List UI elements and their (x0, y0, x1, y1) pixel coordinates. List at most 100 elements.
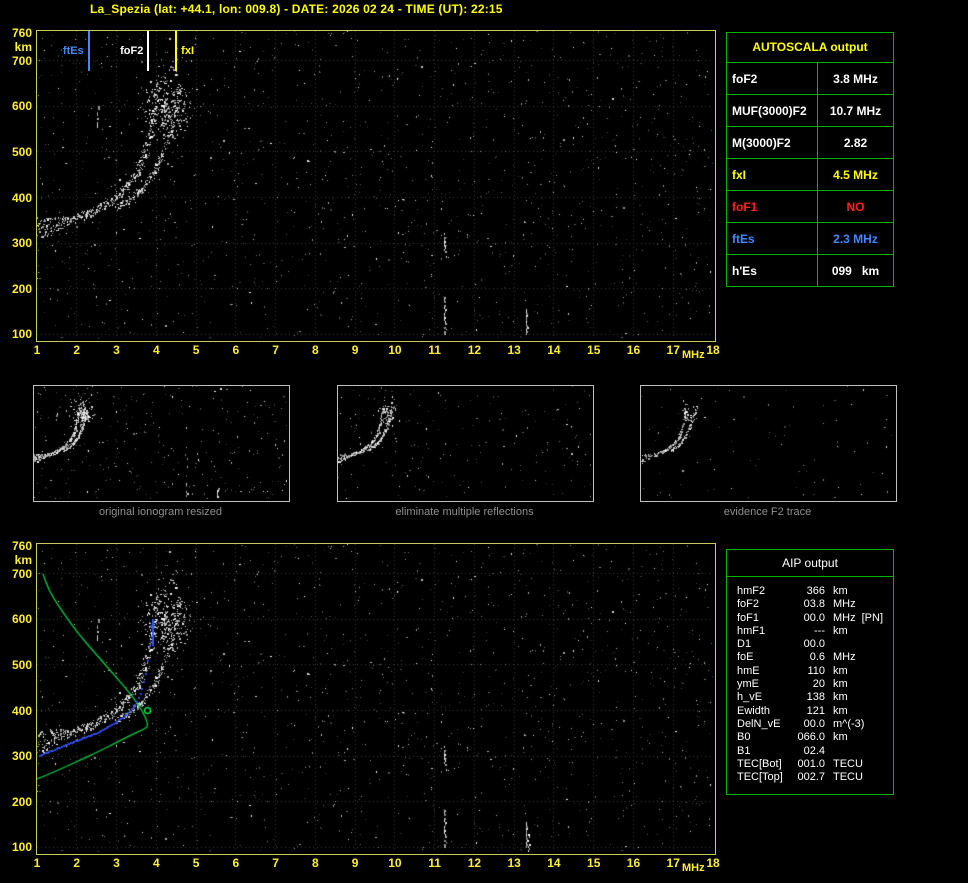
x-axis-tick: 10 (388, 343, 402, 357)
x-axis-tick: 11 (428, 856, 441, 870)
y-axis-unit: km (14, 40, 32, 55)
processing-step-thumbnail-3 (640, 385, 897, 502)
autoscala-output-panel: AUTOSCALA output foF2 3.8 MHz MUF(3000)F2 1… (726, 32, 894, 287)
processing-step-thumbnail-1 (33, 385, 290, 502)
aip-parameter-unit: km (833, 691, 848, 704)
ftEs-marker-line (87, 31, 90, 71)
aip-parameter-label: hmF2 (737, 585, 766, 597)
aip-parameter-value: 121 (806, 704, 825, 717)
y-axis-tick: 300 (11, 236, 32, 251)
aip-parameter-value: 110 (807, 664, 825, 677)
x-axis-tick: 3 (113, 856, 120, 870)
autoscala-row-foF2: foF2 3.8 MHz (727, 63, 893, 95)
y-axis-tick: 400 (11, 703, 32, 718)
x-axis-tick: 8 (312, 856, 319, 870)
autoscala-parameter-value: NO (846, 199, 865, 214)
aip-parameter-value: 00.0 (803, 717, 825, 730)
aip-row-TEC[Bot]: TEC[Bot] 001.0 TECU (737, 758, 889, 771)
aip-parameter-label: foF2 (737, 598, 760, 611)
aip-parameter-unit: MHz (833, 598, 856, 611)
thumbnail-canvas-1 (34, 386, 287, 499)
x-axis-tick: 4 (152, 343, 160, 357)
thumbnail-caption: evidence F2 trace (723, 506, 812, 518)
aip-panel-header: AIP output (727, 550, 893, 577)
x-axis-unit: MHz (682, 349, 705, 361)
aip-row-Ewidth: Ewidth 121 km (737, 705, 889, 718)
aip-parameter-unit: MHz (833, 651, 856, 664)
aip-parameter-label: hmE (737, 664, 760, 677)
y-axis-tick: 500 (11, 144, 32, 159)
aip-parameter-value: 138 (806, 691, 825, 704)
autoscala-panel-header: AUTOSCALA output (727, 33, 893, 63)
foF2-marker-line (147, 31, 150, 71)
x-axis-tick: 16 (626, 856, 641, 870)
aip-parameter-value: 03.8 (803, 598, 825, 611)
aip-parameter-label: hmF1 (737, 624, 766, 637)
aip-parameter-value: 366 (806, 585, 825, 597)
y-axis-tick: 500 (11, 657, 32, 672)
aip-row-foF1: foF1 00.0 MHz [PN] (737, 612, 889, 625)
x-axis-tick: 5 (192, 856, 200, 870)
processing-step-thumbnail-2 (337, 385, 594, 502)
aip-parameter-value: 066.0 (797, 731, 825, 744)
aip-rows: hmF2 366 km foF2 03.8 MHz foF1 00.0 MHz [PN] hmF1 -… (727, 577, 893, 784)
aip-parameter-label: DelN_vE (737, 717, 781, 730)
y-axis-unit: km (14, 553, 32, 568)
aip-parameter-label: foF1 (737, 611, 760, 624)
autoscala-parameter-value: 3.8 MHz (833, 71, 878, 86)
autoscala-row-MUF(3000)F2: MUF(3000)F2 10.7 MHz (727, 95, 893, 127)
x-axis-tick: 6 (232, 856, 240, 870)
aip-row-B1: B1 02.4 (737, 745, 889, 758)
x-axis-tick: 9 (351, 343, 359, 357)
aip-row-ymE: ymE 20 km (737, 678, 889, 691)
x-axis-tick: 1 (33, 856, 41, 870)
scaled-ionogram-plot (36, 30, 716, 342)
x-axis-tick: 12 (467, 343, 482, 357)
autoscala-row-h'Es: h'Es 099 km (727, 255, 893, 286)
aip-parameter-unit: km (833, 678, 848, 691)
autoscala-parameter-label: M(3000)F2 (727, 127, 818, 158)
x-axis-tick: 9 (351, 856, 359, 870)
y-axis-tick: 300 (11, 749, 32, 764)
aip-parameter-unit: TECU (833, 771, 863, 784)
thumbnail-caption: eliminate multiple reflections (395, 506, 534, 518)
autoscala-parameter-value: 2.82 (843, 135, 868, 150)
autoscala-parameter-label: fxI (727, 159, 818, 190)
x-axis-tick: 3 (113, 343, 120, 357)
aip-parameter-unit: km (833, 731, 848, 744)
aip-row-foE: foE 0.6 MHz (737, 651, 889, 664)
aip-parameter-unit: m^(-3) (833, 717, 865, 730)
aip-parameter-unit: km (833, 585, 848, 597)
x-axis-tick: 7 (272, 856, 279, 870)
aip-parameter-unit: MHz (833, 611, 856, 624)
thumbnail-canvas-2 (338, 386, 591, 499)
aip-row-D1: D1 00.0 (737, 638, 889, 651)
y-axis-tick: 700 (11, 53, 32, 68)
aip-row-hmF1: hmF1 --- km (737, 625, 889, 638)
aip-parameter-label: ymE (737, 678, 759, 691)
autoscala-rows: foF2 3.8 MHz MUF(3000)F2 10.7 MHz M(3000)F2 2… (727, 63, 893, 286)
autoscala-row-M(3000)F2: M(3000)F2 2.82 (727, 127, 893, 159)
aip-parameter-value: 002.7 (797, 771, 825, 784)
autoscala-row-fxI: fxI 4.5 MHz (727, 159, 893, 191)
aip-output-panel: AIP output hmF2 366 km foF2 03.8 MHz foF1 00.0 M… (726, 549, 894, 795)
y-axis-tick: 700 (11, 566, 32, 581)
aip-parameter-label: TEC[Top] (737, 771, 783, 784)
aip-parameter-unit: TECU (833, 757, 863, 770)
x-axis-tick: 14 (547, 856, 561, 870)
aip-parameter-label: B0 (737, 731, 751, 744)
autoscala-row-foF1: foF1 NO (727, 191, 893, 223)
fxI-marker-label: fxI (181, 45, 195, 57)
x-axis-tick: 6 (232, 343, 240, 357)
autoscala-parameter-value: 4.5 MHz (833, 167, 878, 182)
aip-row-B0: B0 066.0 km (737, 731, 889, 744)
aip-row-h_vE: h_vE 138 km (737, 691, 889, 704)
x-axis-tick: 12 (467, 856, 482, 870)
y-axis-tick: 600 (11, 612, 32, 627)
station-date-title: La_Spezia (lat: +44.1, lon: 009.8) - DAT… (90, 2, 503, 16)
aip-parameter-value: --- (814, 624, 825, 637)
y-axis-tick: 200 (11, 794, 32, 809)
x-axis-tick: 14 (547, 343, 561, 357)
inverted-profile-plot (36, 543, 716, 855)
x-axis-tick: 1 (33, 343, 41, 357)
